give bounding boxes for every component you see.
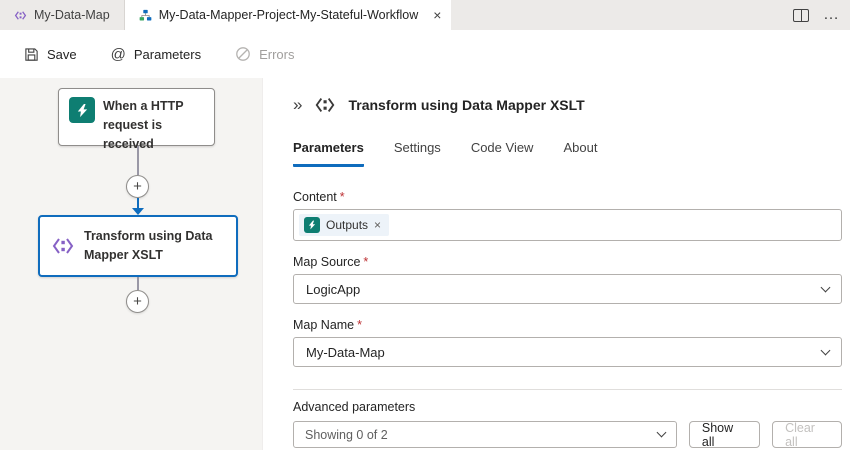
data-mapper-icon bbox=[50, 233, 76, 259]
tab-my-data-map[interactable]: My-Data-Map bbox=[0, 0, 125, 30]
connector-arrowhead bbox=[132, 208, 144, 215]
parameters-icon: @ bbox=[111, 46, 126, 63]
show-all-button[interactable]: Show all bbox=[689, 421, 760, 448]
http-request-trigger-icon bbox=[304, 217, 320, 233]
connector-line bbox=[137, 277, 139, 290]
advanced-parameters-label: Advanced parameters bbox=[293, 400, 842, 414]
trigger-card-http-request[interactable]: When a HTTP request is received bbox=[58, 88, 215, 146]
errors-button[interactable]: Errors bbox=[235, 46, 294, 62]
workflow-file-icon bbox=[139, 9, 152, 22]
token-remove-icon[interactable]: × bbox=[374, 218, 381, 232]
save-icon bbox=[24, 47, 39, 62]
chevron-down-icon bbox=[821, 345, 831, 355]
insert-step-button[interactable]: + bbox=[126, 175, 149, 198]
collapse-panel-icon[interactable]: » bbox=[293, 95, 302, 115]
map-source-select[interactable]: LogicApp bbox=[293, 274, 842, 304]
workflow-canvas: When a HTTP request is received + Transf… bbox=[0, 78, 262, 450]
outputs-token[interactable]: Outputs × bbox=[299, 214, 389, 236]
advanced-parameters-value: Showing 0 of 2 bbox=[305, 428, 388, 442]
tab-label: My-Data-Mapper-Project-My-Stateful-Workf… bbox=[159, 8, 419, 22]
errors-icon bbox=[235, 46, 251, 62]
tab-about[interactable]: About bbox=[563, 140, 597, 167]
section-divider bbox=[293, 389, 842, 390]
content-input[interactable]: Outputs × bbox=[293, 209, 842, 241]
split-editor-icon[interactable] bbox=[793, 9, 809, 22]
required-asterisk: * bbox=[340, 190, 345, 204]
tab-parameters[interactable]: Parameters bbox=[293, 140, 364, 167]
clear-all-button[interactable]: Clear all bbox=[772, 421, 842, 448]
action-card-data-mapper[interactable]: Transform using Data Mapper XSLT bbox=[38, 215, 238, 277]
content-label: Content* bbox=[293, 190, 842, 204]
parameters-button[interactable]: @ Parameters bbox=[111, 46, 201, 63]
data-map-file-icon bbox=[14, 9, 27, 22]
tab-code-view[interactable]: Code View bbox=[471, 140, 534, 167]
save-button[interactable]: Save bbox=[24, 47, 77, 62]
tab-workflow[interactable]: My-Data-Mapper-Project-My-Stateful-Workf… bbox=[125, 0, 452, 30]
editor-tab-bar: My-Data-Map My-Data-Mapper-Project-My-St… bbox=[0, 0, 850, 30]
tab-label: My-Data-Map bbox=[34, 8, 110, 22]
parameters-label: Parameters bbox=[134, 47, 201, 62]
insert-step-button[interactable]: + bbox=[126, 290, 149, 313]
trigger-card-title: When a HTTP request is received bbox=[103, 97, 204, 153]
action-details-panel: » Transform using Data Mapper XSLT Param… bbox=[262, 78, 850, 450]
map-name-value: My-Data-Map bbox=[306, 345, 385, 360]
required-asterisk: * bbox=[363, 255, 368, 269]
map-source-value: LogicApp bbox=[306, 282, 360, 297]
errors-label: Errors bbox=[259, 47, 294, 62]
designer-toolbar: Save @ Parameters Errors bbox=[0, 30, 850, 78]
http-request-trigger-icon bbox=[69, 97, 95, 123]
data-mapper-icon bbox=[314, 94, 336, 116]
token-label: Outputs bbox=[326, 218, 368, 232]
chevron-down-icon bbox=[821, 282, 831, 292]
connector-line bbox=[137, 146, 139, 175]
map-name-select[interactable]: My-Data-Map bbox=[293, 337, 842, 367]
tab-bar-actions: … bbox=[793, 0, 840, 30]
panel-header: » Transform using Data Mapper XSLT bbox=[293, 92, 842, 118]
logic-apps-designer: My-Data-Map My-Data-Mapper-Project-My-St… bbox=[0, 0, 850, 450]
more-actions-icon[interactable]: … bbox=[823, 7, 840, 23]
action-card-title: Transform using Data Mapper XSLT bbox=[84, 227, 226, 265]
chevron-down-icon bbox=[656, 428, 666, 438]
tab-close-icon[interactable]: × bbox=[433, 8, 441, 22]
tab-settings[interactable]: Settings bbox=[394, 140, 441, 167]
advanced-parameters-row: Showing 0 of 2 Show all Clear all bbox=[293, 421, 842, 448]
panel-tabs: Parameters Settings Code View About bbox=[293, 140, 842, 168]
map-name-label: Map Name* bbox=[293, 318, 842, 332]
advanced-parameters-dropdown[interactable]: Showing 0 of 2 bbox=[293, 421, 677, 448]
map-source-label: Map Source* bbox=[293, 255, 842, 269]
required-asterisk: * bbox=[357, 318, 362, 332]
save-label: Save bbox=[47, 47, 77, 62]
panel-title: Transform using Data Mapper XSLT bbox=[348, 97, 584, 113]
